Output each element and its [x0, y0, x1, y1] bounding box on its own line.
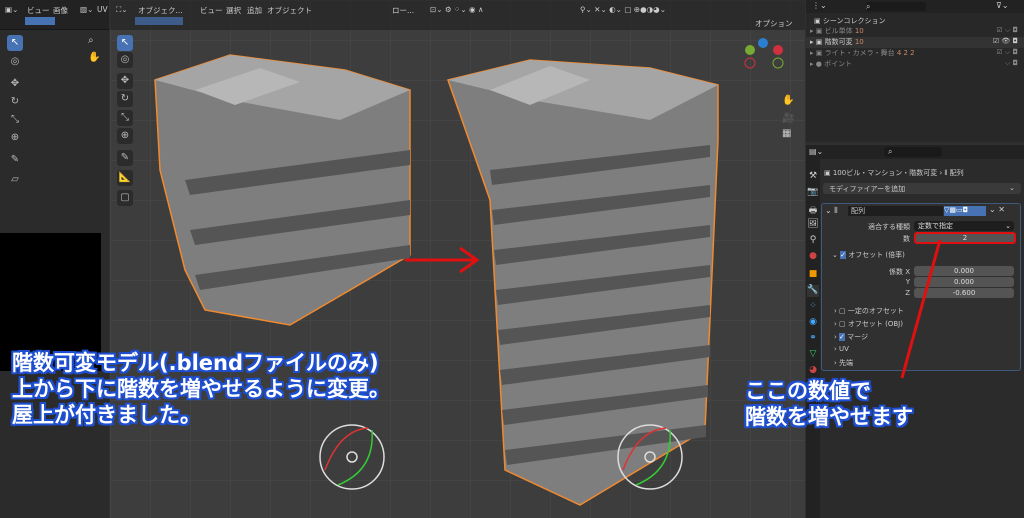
outliner-item[interactable]: ▸ ▣ ライト・カメラ・舞台 4 2 2 ☑ ⌵ ◘ [806, 48, 1024, 59]
object-tab-icon[interactable]: ■ [807, 269, 819, 281]
cursor-tool-icon[interactable]: ◎ [7, 54, 23, 70]
hand-icon[interactable]: ✋ [88, 52, 100, 63]
grid-icon[interactable]: ▦ [782, 128, 791, 139]
scale-tool-icon[interactable]: ⤡ [7, 112, 23, 128]
properties-tabs: ⚒ 📷 🖶 🖼 ⚲ ● ■ 🔧 ⁘ ◉ ⚭ ▽ ◕ [806, 159, 820, 518]
caps-section[interactable]: › 先端 [834, 358, 853, 368]
filter-icon[interactable]: ⊽⌄ [996, 1, 1009, 10]
modifier-menu-icon[interactable]: ⌄ ✕ [989, 205, 1005, 214]
outliner-item[interactable]: ▸ ▣ ビル単体 10 ☑ ⌵ ◘ [806, 26, 1024, 37]
factor-y-label: Y [905, 278, 910, 286]
modifier-tab-icon[interactable]: 🔧 [807, 285, 819, 297]
fit-type-label: 適合する種類 [868, 223, 910, 231]
uv-section[interactable]: › UV [834, 345, 849, 353]
render-tab-icon[interactable]: 📷 [807, 187, 819, 199]
output-tab-icon[interactable]: 🖶 [807, 203, 819, 216]
select-tool-icon[interactable]: ↖ [7, 35, 23, 51]
object-offset-section[interactable]: › ▢ オフセット (OBJ) [834, 319, 903, 329]
outliner-item[interactable]: ▸ ▣ 階数可変 10 ☑ 👁 ◘ [806, 37, 1024, 48]
editor-type-icon[interactable]: ▣⌄ [5, 5, 18, 14]
outliner: ⋮⌄ ⌕ ⊽⌄ ▣ シーンコレクション ▸ ▣ ビル単体 10 ☑ ⌵ ◘ ▸ ▣… [806, 0, 1024, 142]
constant-offset-section[interactable]: › ▢ 一定のオフセット [834, 306, 904, 316]
fit-type-dropdown[interactable]: 定数で指定 ⌄ [914, 221, 1014, 231]
annotate-tool-icon[interactable]: ✎ [7, 152, 23, 168]
data-tab-icon[interactable]: ▽ [807, 349, 819, 361]
outliner-header: ⋮⌄ ⌕ ⊽⌄ [806, 0, 1024, 13]
menu-image[interactable]: 画像 [53, 5, 68, 16]
editor-type-icon[interactable]: ▤⌄ [809, 147, 823, 156]
merge-section[interactable]: › ✓ マージ [834, 332, 868, 342]
modifier-name-field[interactable]: 配列 [848, 206, 943, 216]
material-tab-icon[interactable]: ◕ [807, 365, 819, 377]
red-arrow [405, 246, 480, 274]
scene-tab-icon[interactable]: ⚲ [807, 235, 819, 247]
relative-offset-toggle[interactable]: ⌄ ✓ オフセット (倍率) [832, 250, 905, 260]
view-layer-tab-icon[interactable]: 🖼 [807, 219, 819, 231]
factor-x-label: 係数 X [888, 268, 910, 276]
navigation-gizmo [744, 38, 784, 69]
image-editor-header: ▣⌄ ビュー 画像 ▨⌄ UV [0, 0, 109, 30]
annotation-right: ここの数値で 階数を増やせます [745, 379, 913, 429]
factor-z-field[interactable]: -0.600 [914, 288, 1014, 298]
camera-icon[interactable]: 🎥 [782, 113, 794, 124]
building-tall [447, 59, 719, 506]
constraints-tab-icon[interactable]: ⚭ [807, 333, 819, 345]
scene-geometry [154, 38, 784, 506]
hand-icon[interactable]: ✋ [782, 95, 794, 106]
orientation-gizmo-left [319, 424, 385, 490]
uv-menu[interactable]: UV [97, 5, 108, 14]
select-mode-icons[interactable] [25, 17, 55, 25]
particles-tab-icon[interactable]: ⁘ [807, 301, 819, 313]
annotation-left: 階数可変モデル(.blendファイルのみ) 上から下に階数を増やせるように変更。屋… [12, 351, 390, 427]
factor-y-field[interactable]: 0.000 [914, 277, 1014, 287]
properties-editor: ▤⌄ ⌕ ⚒ 📷 🖶 🖼 ⚲ ● ■ 🔧 ⁘ ◉ ⚭ ▽ ◕ ▣ 100ビル・マ… [806, 145, 1024, 518]
count-field[interactable]: 2 [914, 232, 1016, 244]
rotate-tool-icon[interactable]: ↻ [7, 94, 23, 110]
box-tool-icon[interactable]: ▱ [7, 172, 23, 188]
outliner-item[interactable]: ▸ ● ポイント ⌵ ◘ [806, 59, 1024, 70]
modifier-visibility-toggles[interactable]: ▽▦▭◘ [944, 206, 986, 216]
factor-z-label: Z [905, 289, 910, 297]
collapse-chevron-icon[interactable]: ⌄ ⫴ [825, 206, 838, 216]
properties-search[interactable]: ⌕ [884, 147, 942, 157]
building-small [154, 54, 411, 326]
transform-tool-icon[interactable]: ⊕ [7, 130, 23, 146]
array-modifier-panel: ⌄ ⫴ 配列 ▽▦▭◘ ⌄ ✕ 適合する種類 定数で指定 ⌄ 数 2 ⌄ ✓ オフ… [821, 203, 1021, 371]
3d-viewport[interactable]: ⛶⌄ オブジェク... ビュー 選択 追加 オブジェクト ロー... ⊡⌄ ⚙ … [110, 0, 805, 518]
display-mode-icon[interactable]: ⋮⌄ [812, 1, 827, 10]
image-icon[interactable]: ▨⌄ [80, 5, 93, 14]
properties-header: ▤⌄ ⌕ [806, 145, 1024, 159]
world-tab-icon[interactable]: ● [807, 251, 819, 263]
image-editor: ↖ ◎ ✥ ↻ ⤡ ⊕ ✎ ▱ ⌕ ✋ [0, 30, 109, 518]
zoom-icon[interactable]: ⌕ [88, 35, 94, 46]
tool-tab-icon[interactable]: ⚒ [807, 171, 819, 183]
menu-view[interactable]: ビュー [27, 5, 50, 16]
move-tool-icon[interactable]: ✥ [7, 76, 23, 92]
breadcrumb: ▣ 100ビル・マンション・階数可変 › ⫴ 配列 [824, 169, 964, 177]
count-label: 数 [903, 235, 910, 243]
physics-tab-icon[interactable]: ◉ [807, 317, 819, 329]
add-modifier-button[interactable]: モディファイアーを追加 ⌄ [823, 183, 1021, 194]
outliner-search[interactable]: ⌕ [866, 2, 926, 11]
factor-x-field[interactable]: 0.000 [914, 266, 1014, 276]
